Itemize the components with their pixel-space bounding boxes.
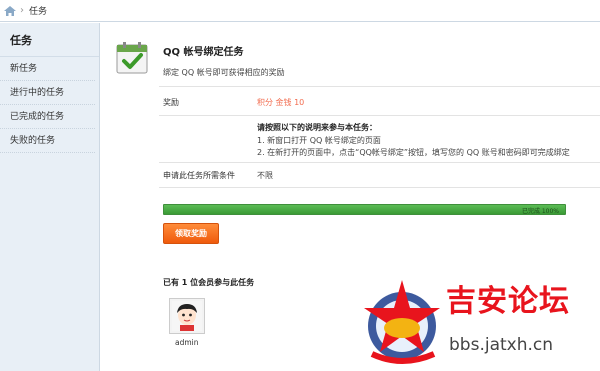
watermark-title: 吉安论坛 [446, 284, 570, 319]
participants-count: 已有 1 位会员参与此任务 [163, 278, 255, 287]
checkmark-calendar-icon [115, 41, 149, 75]
reward-value: 积分 金钱 10 [257, 98, 305, 107]
sidebar-title: 任务 [0, 23, 99, 57]
avatar[interactable] [169, 298, 205, 334]
divider [159, 86, 600, 87]
task-title: QQ 帐号绑定任务 [163, 47, 244, 58]
progress-fill [164, 205, 565, 214]
home-icon[interactable] [4, 5, 16, 16]
condition-label: 申请此任务所需条件 [163, 171, 235, 180]
sidebar-item-completed[interactable]: 已完成的任务 [0, 105, 95, 129]
instruction-step-1: 1. 新窗口打开 QQ 帐号绑定的页面 [257, 136, 381, 145]
task-description: 绑定 QQ 帐号即可获得相应的奖励 [163, 68, 285, 77]
breadcrumb: › 任务 [0, 0, 600, 22]
progress-label: 已完成 100% [521, 208, 559, 215]
sidebar-item-failed[interactable]: 失败的任务 [0, 129, 95, 153]
instruction-step-2: 2. 在新打开的页面中，点击“QQ帐号绑定”按钮，填写您的 QQ 账号和密码即可… [257, 148, 570, 157]
condition-value: 不限 [257, 171, 273, 180]
breadcrumb-current[interactable]: 任务 [29, 4, 47, 17]
reward-label: 奖励 [163, 98, 179, 107]
watermark-url: bbs.jatxh.cn [449, 335, 554, 355]
sidebar-item-new[interactable]: 新任务 [0, 57, 95, 81]
claim-reward-button[interactable]: 领取奖励 [163, 223, 219, 244]
breadcrumb-separator: › [20, 5, 24, 16]
instructions-title: 请按照以下的说明来参与本任务： [257, 123, 377, 132]
watermark-logo: 吉安论坛 bbs.jatxh.cn [358, 268, 600, 371]
progress-bar: 已完成 100% [163, 204, 566, 215]
divider [159, 187, 600, 188]
sidebar: 任务 新任务 进行中的任务 已完成的任务 失败的任务 [0, 23, 100, 371]
divider [159, 162, 600, 163]
participant-name[interactable]: admin [175, 338, 199, 347]
sidebar-item-in-progress[interactable]: 进行中的任务 [0, 81, 95, 105]
divider [159, 115, 600, 116]
watermark-emblem-icon [364, 280, 440, 364]
